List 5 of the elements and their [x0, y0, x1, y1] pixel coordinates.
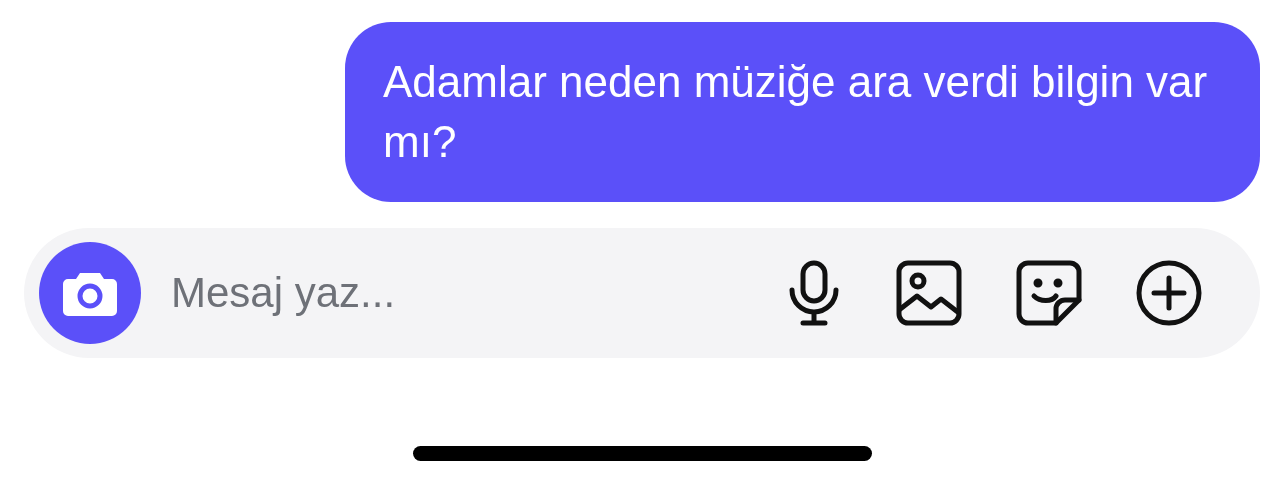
add-icon[interactable]	[1136, 260, 1202, 326]
sticker-icon[interactable]	[1016, 260, 1082, 326]
image-icon[interactable]	[896, 260, 962, 326]
message-input[interactable]: Mesaj yaz...	[169, 268, 732, 318]
message-bubble: Adamlar neden müziğe ara verdi bilgin var mı?	[345, 22, 1260, 202]
